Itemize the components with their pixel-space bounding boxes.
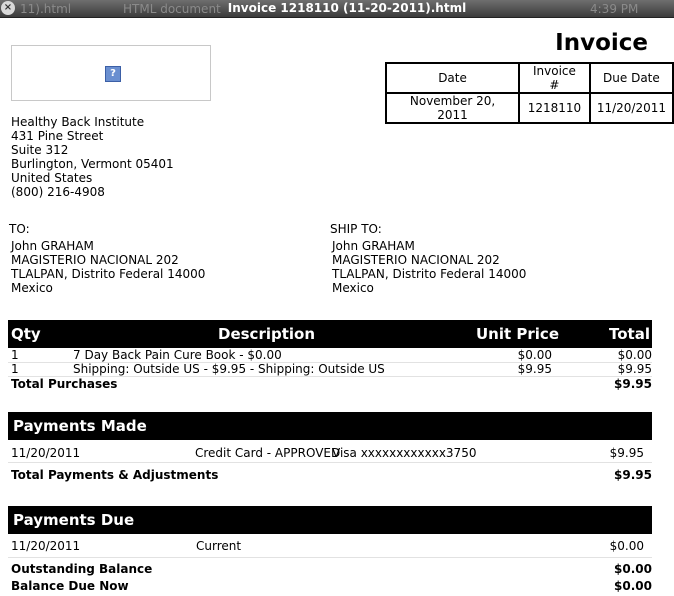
meta-header-due-date: Due Date	[588, 62, 674, 94]
total-purchases-label: Total Purchases	[11, 377, 118, 391]
items-header-bar: Qty Description Unit Price Total	[8, 320, 652, 348]
balance-due-value: $0.00	[614, 579, 652, 593]
address-line: Mexico	[11, 281, 53, 295]
bill-to-block: TO: John GRAHAM MAGISTERIO NACIONAL 202 …	[9, 222, 205, 295]
ship-to-block: SHIP TO: John GRAHAM MAGISTERIO NACIONAL…	[330, 222, 526, 295]
item-row: 1 Shipping: Outside US - $9.95 - Shippin…	[8, 362, 652, 376]
payments-due-heading: Payments Due	[13, 511, 135, 529]
total-purchases-row: Total Purchases $9.95	[8, 377, 652, 391]
outstanding-balance-label: Outstanding Balance	[11, 562, 153, 576]
meta-header-date: Date	[384, 62, 521, 94]
company-logo: ?	[11, 45, 211, 101]
outstanding-balance-row: Outstanding Balance $0.00	[8, 562, 652, 576]
invoice-meta-table: Date Invoice # Due Date November 20, 201…	[384, 62, 674, 124]
total-payments-label: Total Payments & Adjustments	[11, 468, 219, 482]
item-total: $9.95	[617, 362, 652, 376]
column-header-unit-price: Unit Price	[476, 325, 559, 343]
address-line: 431 Pine Street	[11, 129, 104, 143]
outstanding-balance-value: $0.00	[614, 562, 652, 576]
total-purchases-value: $9.95	[614, 377, 652, 391]
item-description: Shipping: Outside US - $9.95 - Shipping:…	[73, 362, 385, 376]
address-line: Suite 312	[11, 143, 69, 157]
meta-value-date: November 20, 2011	[384, 92, 521, 124]
meta-header-invoice-number: Invoice #	[518, 62, 591, 94]
payments-made-bar: Payments Made	[8, 412, 652, 440]
payment-due-row: 11/20/2011 Current $0.00	[8, 539, 652, 553]
window-title: Invoice 1218110 (11-20-2011).html	[227, 1, 467, 15]
item-row: 1 7 Day Back Pain Cure Book - $0.00 $0.0…	[8, 348, 652, 362]
invoice-heading: Invoice	[555, 30, 648, 56]
item-description: 7 Day Back Pain Cure Book - $0.00	[73, 348, 282, 362]
address-line: TLALPAN, Distrito Federal 14000	[332, 267, 527, 281]
address-line: Healthy Back Institute	[11, 115, 145, 129]
address-line: TLALPAN, Distrito Federal 14000	[11, 267, 206, 281]
payment-method: Credit Card - APPROVED	[195, 446, 341, 460]
address-line: John GRAHAM	[332, 239, 415, 253]
payments-made-heading: Payments Made	[13, 417, 147, 435]
payment-row: 11/20/2011 Credit Card - APPROVED Visa x…	[8, 446, 652, 460]
due-date: 11/20/2011	[11, 539, 81, 553]
item-qty: 1	[11, 348, 19, 362]
column-header-total: Total	[609, 325, 650, 343]
row-divider	[8, 462, 652, 463]
due-status: Current	[196, 539, 242, 553]
payment-amount: $9.95	[609, 446, 644, 460]
address-line: (800) 216-4908	[11, 185, 105, 199]
due-amount: $0.00	[609, 539, 644, 553]
column-header-qty: Qty	[11, 325, 41, 343]
meta-value-due-date: 11/20/2011	[588, 92, 674, 124]
payments-due-bar: Payments Due	[8, 506, 652, 534]
address-line: Mexico	[332, 281, 374, 295]
item-qty: 1	[11, 362, 19, 376]
total-payments-row: Total Payments & Adjustments $9.95	[8, 468, 652, 482]
row-divider	[8, 557, 652, 558]
seller-address: Healthy Back Institute 431 Pine Street S…	[11, 115, 174, 199]
balance-due-row: Balance Due Now $0.00	[8, 579, 652, 593]
window-title-bar: × 11).html HTML document 4:39 PM Invoice…	[0, 0, 674, 18]
total-payments-value: $9.95	[614, 468, 652, 482]
item-unit-price: $0.00	[517, 348, 552, 362]
address-line: MAGISTERIO NACIONAL 202	[11, 253, 179, 267]
address-line: United States	[11, 171, 93, 185]
balance-due-label: Balance Due Now	[11, 579, 129, 593]
ship-to-label: SHIP TO:	[330, 222, 382, 236]
item-total: $0.00	[617, 348, 652, 362]
bill-to-label: TO:	[9, 222, 30, 236]
payment-card: Visa xxxxxxxxxxxx3750	[332, 446, 477, 460]
address-line: John GRAHAM	[11, 239, 94, 253]
address-line: Burlington, Vermont 05401	[11, 157, 174, 171]
broken-image-icon: ?	[105, 66, 121, 82]
column-header-description: Description	[218, 325, 316, 343]
meta-value-invoice-number: 1218110	[518, 92, 591, 124]
payment-date: 11/20/2011	[11, 446, 81, 460]
address-line: MAGISTERIO NACIONAL 202	[332, 253, 500, 267]
item-unit-price: $9.95	[517, 362, 552, 376]
